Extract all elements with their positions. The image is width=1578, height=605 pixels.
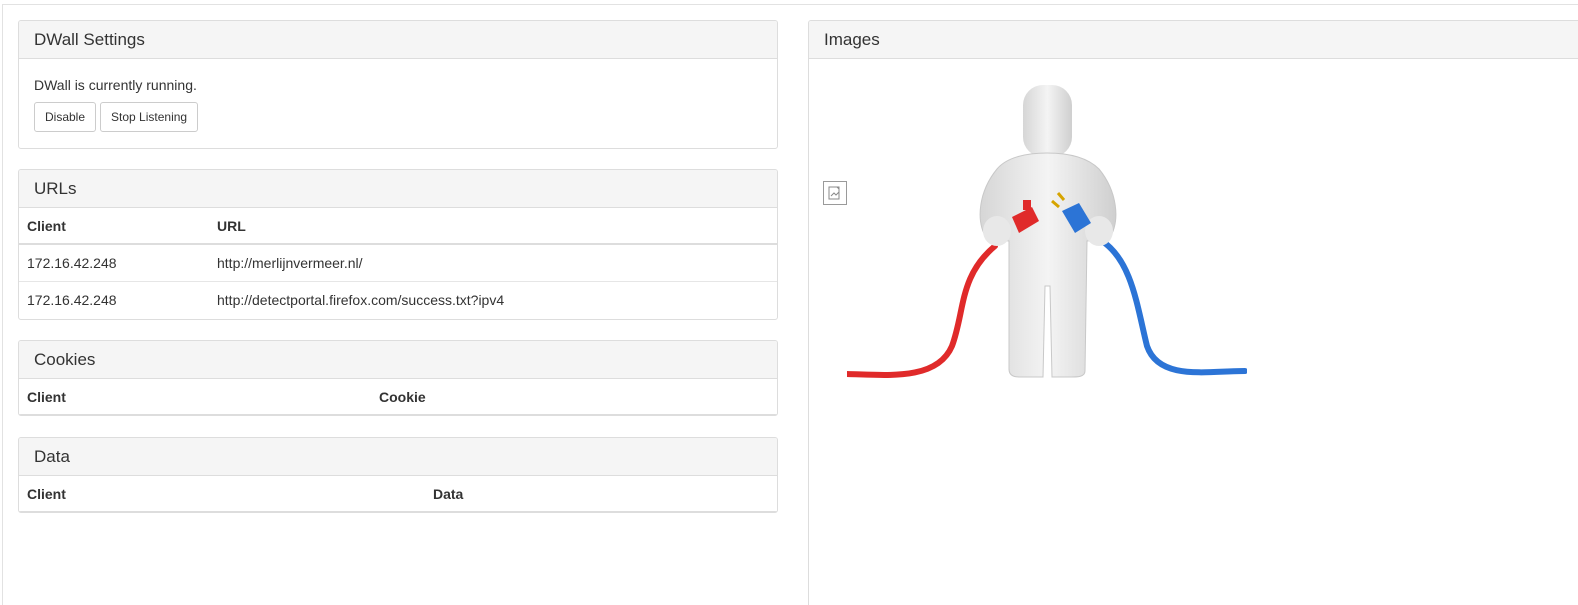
urls-table: Client URL 172.16.42.248 http://merlijnv… bbox=[19, 208, 777, 318]
url-cell: http://detectportal.firefox.com/success.… bbox=[209, 280, 777, 318]
stop-listening-button[interactable]: Stop Listening bbox=[100, 102, 199, 132]
plug-illustration bbox=[847, 85, 1247, 378]
urls-panel: URLs Client URL 172.16.42.248 http://mer… bbox=[18, 169, 778, 320]
data-panel-title: Data bbox=[19, 438, 777, 476]
cookies-panel-title: Cookies bbox=[19, 341, 777, 379]
table-row: 172.16.42.248 http://detectportal.firefo… bbox=[19, 280, 777, 318]
settings-panel-title: DWall Settings bbox=[19, 21, 777, 59]
broken-image-icon[interactable] bbox=[823, 181, 847, 205]
urls-panel-title: URLs bbox=[19, 170, 777, 208]
client-cell: 172.16.42.248 bbox=[19, 243, 209, 281]
cookies-panel: Cookies Client Cookie bbox=[18, 340, 778, 416]
data-table: Client Data bbox=[19, 476, 777, 512]
column-header-client: Client bbox=[19, 379, 371, 415]
disable-button[interactable]: Disable bbox=[34, 102, 97, 132]
images-panel: Images bbox=[808, 20, 1578, 605]
column-header-client: Client bbox=[19, 476, 425, 512]
cookies-table: Client Cookie bbox=[19, 379, 777, 415]
data-panel: Data Client Data bbox=[18, 437, 778, 513]
column-header-cookie: Cookie bbox=[371, 379, 777, 415]
images-panel-title: Images bbox=[809, 21, 1578, 59]
table-row: 172.16.42.248 http://merlijnvermeer.nl/ bbox=[19, 243, 777, 281]
client-cell: 172.16.42.248 bbox=[19, 280, 209, 318]
settings-panel: DWall Settings DWall is currently runnin… bbox=[18, 20, 778, 149]
status-text: DWall is currently running. bbox=[34, 77, 197, 93]
column-header-data: Data bbox=[425, 476, 777, 512]
url-cell: http://merlijnvermeer.nl/ bbox=[209, 243, 777, 281]
column-header-client: Client bbox=[19, 208, 209, 245]
column-header-url: URL bbox=[209, 208, 777, 245]
